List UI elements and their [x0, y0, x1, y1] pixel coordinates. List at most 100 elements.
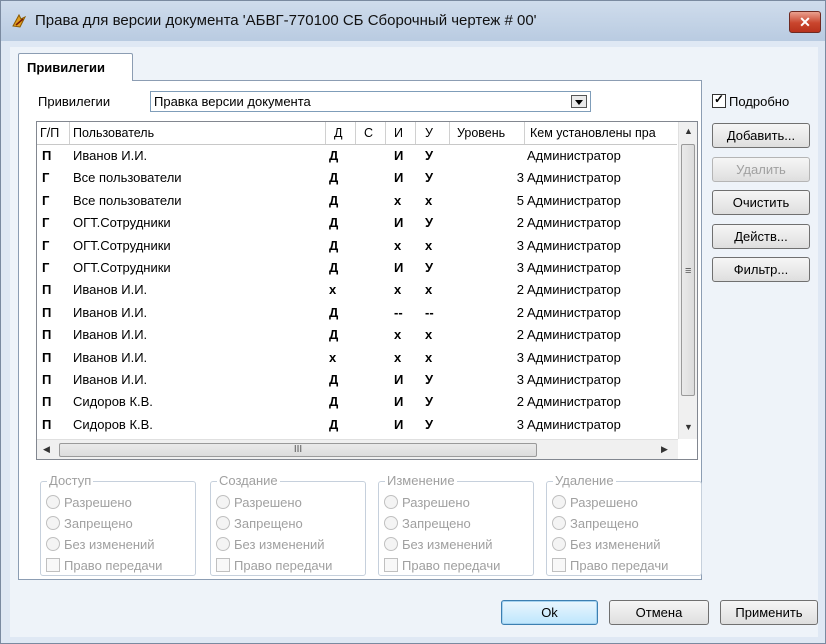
cell-u: У [425, 260, 434, 275]
title-bar[interactable]: Права для версии документа 'АБВГ-770100 … [1, 1, 825, 41]
checkbox-icon[interactable] [552, 558, 566, 572]
column-header-user[interactable]: Пользователь [70, 122, 326, 144]
cell-s [356, 302, 386, 324]
group-title: Доступ [47, 473, 94, 488]
radio-option[interactable]: Без изменений [216, 537, 325, 555]
cell-s [356, 190, 386, 212]
radio-option[interactable]: Без изменений [46, 537, 155, 555]
cell-d: х [329, 349, 337, 365]
checkbox-checked-icon[interactable] [712, 92, 726, 108]
table-row[interactable]: П Иванов И.И. Д И У Администратор [37, 145, 677, 167]
table-row[interactable]: Г Все пользователи Д И У 3 Администратор [37, 167, 677, 189]
table-row[interactable]: П Иванов И.И. х х х 2 Администратор [37, 279, 677, 301]
column-header-gp[interactable]: Г/П [37, 122, 70, 144]
cell-set-by: Администратор [527, 327, 621, 343]
radio-option[interactable]: Разрешено [46, 495, 132, 513]
table-row[interactable]: П Сидоров К.В. Д И У 3 Администратор [37, 414, 677, 436]
radio-option[interactable]: Запрещено [552, 516, 639, 534]
chevron-down-icon[interactable] [571, 95, 587, 108]
scroll-left-icon[interactable]: ◀ [43, 444, 50, 455]
radio-option[interactable]: Разрешено [384, 495, 470, 513]
cell-i: х [394, 237, 402, 253]
delete-button[interactable]: Удалить [712, 157, 810, 182]
table-row[interactable]: Г ОГТ.Сотрудники Д И У 3 Администратор [37, 257, 677, 279]
checkbox-label: Право передачи [402, 558, 501, 573]
scroll-down-icon[interactable]: ▼ [684, 422, 693, 432]
horizontal-scrollbar[interactable]: ◀ III ▶ [37, 439, 678, 459]
privileges-label: Привилегии [38, 94, 111, 109]
apply-button[interactable]: Применить [720, 600, 818, 625]
horizontal-scroll-thumb[interactable]: III [59, 443, 537, 457]
column-header-u[interactable]: У [416, 122, 450, 144]
table-row[interactable]: П Иванов И.И. Д -- -- 2 Администратор [37, 302, 677, 324]
transfer-right-checkbox[interactable]: Право передачи [46, 558, 162, 576]
filter-button[interactable]: Фильтр... [712, 257, 810, 282]
table-row[interactable]: П Иванов И.И. Д И У 3 Администратор [37, 369, 677, 391]
table-row[interactable]: П Иванов И.И. Дх х 2 Администратор [37, 324, 677, 346]
radio-option[interactable]: Разрешено [552, 495, 638, 513]
checkbox-icon[interactable] [384, 558, 398, 572]
radio-icon[interactable] [46, 537, 60, 551]
tab-privileges[interactable]: Привилегии [18, 53, 133, 81]
cell-level: 3 [516, 170, 524, 186]
table-row[interactable]: П Сидоров К.В. Д И У 2 Администратор [37, 391, 677, 413]
radio-icon[interactable] [216, 537, 230, 551]
column-header-d[interactable]: Д [326, 122, 356, 144]
column-header-set-by[interactable]: Кем установлены пра [525, 122, 677, 144]
cell-level: 2 [516, 327, 524, 343]
table-row[interactable]: Г ОГТ.Сотрудники Дх х 3 Администратор [37, 235, 677, 257]
cell-u: У [425, 170, 434, 186]
checkbox-icon[interactable] [216, 558, 230, 572]
ok-button[interactable]: Ok [501, 600, 598, 625]
cell-type: П [42, 327, 52, 343]
radio-label: Запрещено [234, 516, 303, 531]
radio-icon[interactable] [384, 516, 398, 530]
column-header-level[interactable]: Уровень [450, 122, 525, 144]
cell-i: И [394, 148, 404, 163]
radio-icon[interactable] [552, 516, 566, 530]
cancel-button[interactable]: Отмена [609, 600, 709, 625]
privileges-select[interactable]: Правка версии документа [150, 91, 591, 112]
grip-icon: III [293, 444, 303, 455]
radio-icon[interactable] [552, 495, 566, 509]
close-button[interactable]: ✕ [789, 11, 821, 33]
radio-label: Разрешено [64, 495, 132, 510]
radio-option[interactable]: Без изменений [384, 537, 493, 555]
radio-option[interactable]: Без изменений [552, 537, 661, 555]
radio-icon[interactable] [46, 516, 60, 530]
table-row[interactable]: П Иванов И.И. х х х 3 Администратор [37, 347, 677, 369]
cell-d: Д [329, 394, 339, 410]
vertical-scroll-thumb[interactable]: ≡ [681, 144, 695, 396]
cell-type: Г [42, 170, 50, 186]
table-row[interactable]: Г ОГТ.Сотрудники Д И У 2 Администратор [37, 212, 677, 234]
clear-button[interactable]: Очистить [712, 190, 810, 215]
scroll-right-icon[interactable]: ▶ [661, 444, 668, 455]
radio-option[interactable]: Запрещено [384, 516, 471, 534]
add-button[interactable]: Добавить... [712, 123, 810, 148]
actions-button[interactable]: Действ... [712, 224, 810, 249]
radio-icon[interactable] [552, 537, 566, 551]
transfer-right-checkbox[interactable]: Право передачи [552, 558, 668, 576]
radio-icon[interactable] [384, 495, 398, 509]
radio-icon[interactable] [384, 537, 398, 551]
vertical-scrollbar[interactable]: ▲ ≡ ▼ [678, 122, 697, 439]
scroll-up-icon[interactable]: ▲ [684, 126, 693, 136]
radio-option[interactable]: Разрешено [216, 495, 302, 513]
radio-option[interactable]: Запрещено [46, 516, 133, 534]
transfer-right-checkbox[interactable]: Право передачи [384, 558, 500, 576]
radio-icon[interactable] [216, 516, 230, 530]
radio-icon[interactable] [216, 495, 230, 509]
detail-checkbox[interactable]: Подробно [712, 92, 789, 109]
cell-u: х [425, 327, 433, 343]
radio-label: Запрещено [64, 516, 133, 531]
checkbox-icon[interactable] [46, 558, 60, 572]
radio-icon[interactable] [46, 495, 60, 509]
cell-type: П [42, 372, 52, 387]
radio-option[interactable]: Запрещено [216, 516, 303, 534]
transfer-right-checkbox[interactable]: Право передачи [216, 558, 332, 576]
cell-set-by: Администратор [527, 192, 621, 208]
column-header-s[interactable]: С [356, 122, 386, 144]
table-row[interactable]: Г Все пользователи Дх х 5 Администратор [37, 190, 677, 212]
column-header-i[interactable]: И [386, 122, 416, 144]
table-header: Г/П Пользователь Д С И У Уровень Кем уст… [37, 122, 677, 145]
